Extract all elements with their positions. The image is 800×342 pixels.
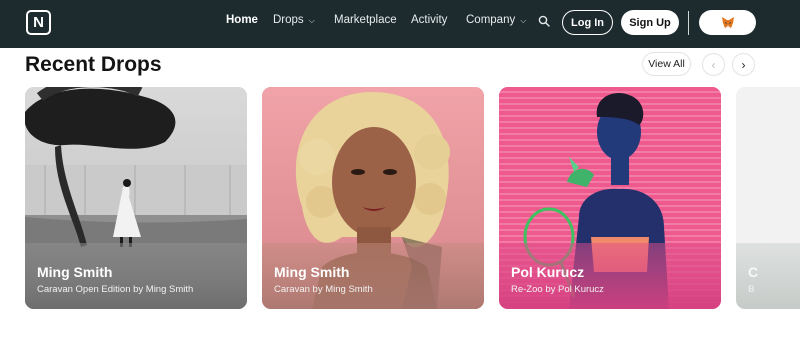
section-title: Recent Drops <box>25 53 162 76</box>
nav-activity[interactable]: Activity <box>411 14 447 26</box>
nav-drops-label: Drops <box>273 14 304 26</box>
metamask-fox-icon <box>721 17 734 28</box>
chevron-left-icon: ‹ <box>711 57 716 72</box>
drop-card[interactable]: C B <box>736 87 800 309</box>
nav-home[interactable]: Home <box>226 14 258 26</box>
drop-card[interactable]: Ming Smith Caravan Open Edition by Ming … <box>25 87 247 309</box>
top-navigation-bar: N Home Drops ⌵ Marketplace Activity Comp… <box>0 0 800 48</box>
signup-button[interactable]: Sign Up <box>621 10 679 35</box>
drop-card[interactable]: Ming Smith Caravan by Ming Smith <box>262 87 484 309</box>
chevron-down-icon: ⌵ <box>308 16 315 25</box>
search-icon[interactable] <box>538 15 550 27</box>
carousel-next-button[interactable]: › <box>732 53 755 76</box>
nav-marketplace[interactable]: Marketplace <box>334 14 397 26</box>
drop-card[interactable]: Pol Kurucz Re-Zoo by Pol Kurucz <box>499 87 721 309</box>
card-overlay <box>736 243 800 309</box>
chevron-right-icon: › <box>741 57 746 72</box>
view-all-button[interactable]: View All <box>642 52 691 76</box>
nav-company[interactable]: Company ⌵ <box>466 14 526 26</box>
nav-marketplace-label: Marketplace <box>334 14 397 26</box>
card-title: Ming Smith <box>37 264 113 280</box>
card-subtitle: Caravan by Ming Smith <box>274 284 373 295</box>
chevron-down-icon: ⌵ <box>520 16 527 25</box>
card-subtitle: Re-Zoo by Pol Kurucz <box>511 284 604 295</box>
nav-company-label: Company <box>466 14 516 26</box>
connect-wallet-button[interactable] <box>699 10 756 35</box>
nav-activity-label: Activity <box>411 14 448 26</box>
card-subtitle: B <box>748 284 755 295</box>
nav-home-label: Home <box>226 14 258 26</box>
login-button[interactable]: Log In <box>562 10 613 35</box>
card-title: C <box>748 264 759 280</box>
card-title: Pol Kurucz <box>511 264 585 280</box>
card-subtitle: Caravan Open Edition by Ming Smith <box>37 284 194 295</box>
card-title: Ming Smith <box>274 264 350 280</box>
nav-drops[interactable]: Drops ⌵ <box>273 14 315 26</box>
carousel-prev-button[interactable]: ‹ <box>702 53 725 76</box>
nav-divider <box>688 11 689 35</box>
site-logo[interactable]: N <box>26 10 51 35</box>
